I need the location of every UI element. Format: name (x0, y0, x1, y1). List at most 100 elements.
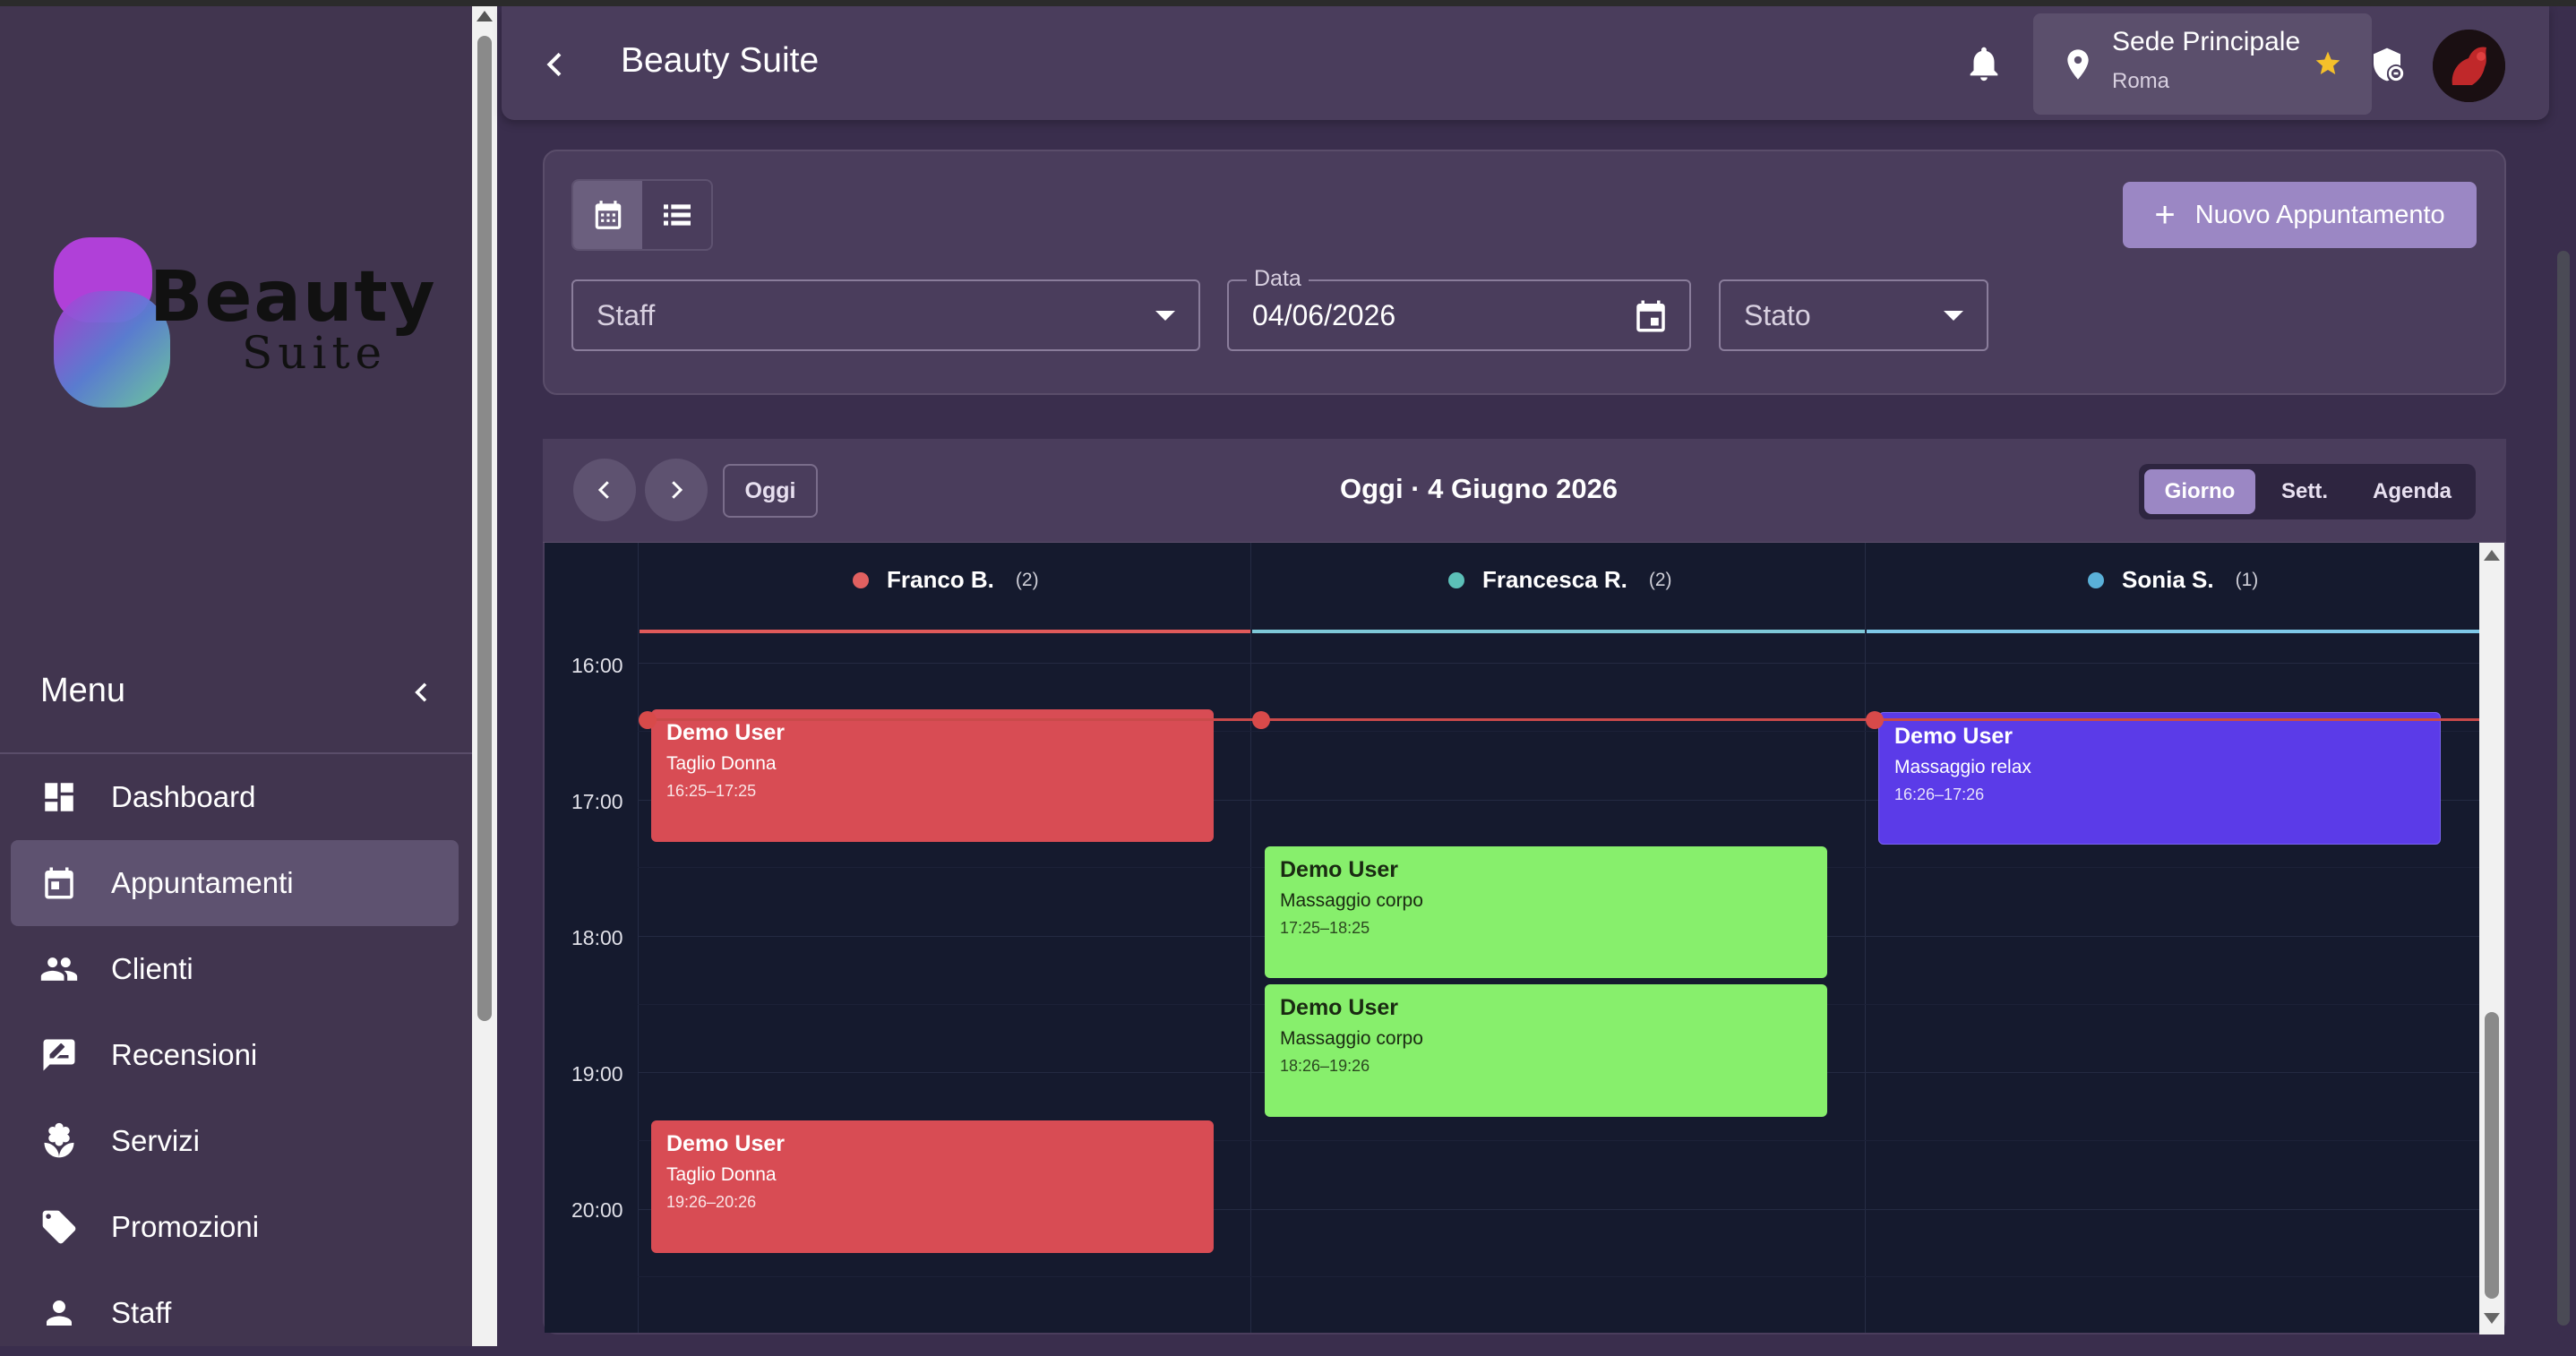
scroll-up-arrow[interactable] (2484, 550, 2500, 561)
sidebar-item-dashboard[interactable]: Dashboard (11, 754, 459, 840)
new-appointment-button[interactable]: + Nuovo Appuntamento (2123, 182, 2477, 248)
review-icon (39, 1035, 79, 1075)
appointment-client: Demo User (1280, 995, 1398, 1020)
current-time-dot (1252, 711, 1270, 729)
previous-day-button[interactable] (573, 459, 636, 521)
date-value: 04/06/2026 (1252, 299, 1396, 331)
sidebar-item-staff[interactable]: Staff (11, 1270, 459, 1356)
appointment-service: Taglio Donna (666, 753, 777, 774)
sidebar-item-label: Clienti (111, 952, 193, 985)
status-select[interactable]: Stato (1719, 279, 1988, 351)
shield-icon (2374, 47, 2404, 82)
appointment-client: Demo User (1894, 724, 2013, 749)
chevron-left-icon (415, 682, 427, 702)
calendar-picker-icon[interactable] (1632, 296, 1670, 336)
appointment-card[interactable]: Demo User Taglio Donna 19:26–20:26 (651, 1120, 1214, 1253)
appointment-card[interactable]: Demo User Massaggio relax 16:26–17:26 (1878, 712, 2441, 845)
page-title: Beauty Suite (621, 41, 820, 80)
calendar-view-switch: Giorno Sett. Agenda (2139, 464, 2476, 519)
sidebar-item-appuntamenti[interactable]: Appuntamenti (11, 840, 459, 926)
current-time-line (640, 718, 2479, 721)
calendar-view-button[interactable] (573, 181, 642, 249)
dashboard-icon (39, 777, 79, 817)
sidebar-scroll-thumb[interactable] (477, 36, 492, 1021)
appointment-time: 16:26–17:26 (1894, 785, 1985, 803)
sidebar-item-servizi[interactable]: Servizi (11, 1098, 459, 1184)
appointment-client: Demo User (666, 1131, 785, 1156)
dropdown-caret-icon (1944, 311, 1963, 321)
tab-week-view[interactable]: Sett. (2264, 469, 2345, 514)
window-top-border (0, 0, 2576, 6)
admin-shield-button[interactable] (2369, 47, 2405, 82)
hour-label: 16:00 (571, 654, 623, 677)
notifications-button[interactable] (1963, 43, 2005, 84)
menu-title: Menu (40, 672, 126, 709)
main-scrollbar-thumb[interactable] (2557, 251, 2570, 1326)
sidebar-item-label: Staff (111, 1296, 172, 1329)
staff-column-header[interactable]: Sonia S. (1) (2088, 566, 2258, 594)
tab-day-view[interactable]: Giorno (2144, 469, 2255, 514)
hour-gridline (638, 663, 2479, 664)
staff-name: Franco B. (887, 566, 994, 593)
staff-column-header[interactable]: Francesca R. (2) (1448, 566, 1672, 594)
chevron-left-icon (546, 52, 562, 77)
collapse-menu-button[interactable] (408, 678, 436, 707)
appointment-time: 18:26–19:26 (1280, 1057, 1370, 1075)
plus-icon: + (2154, 195, 2176, 235)
appointment-card[interactable]: Demo User Massaggio corpo 17:25–18:25 (1265, 846, 1827, 978)
hour-label: 19:00 (571, 1062, 623, 1086)
next-day-button[interactable] (645, 459, 708, 521)
calendar-scroll-thumb[interactable] (2485, 1012, 2499, 1299)
hour-label: 20:00 (571, 1198, 623, 1222)
spa-icon (39, 1121, 79, 1161)
sidebar-scroll-up-arrow[interactable] (477, 11, 493, 21)
brand-logo: Beauty Suite (49, 228, 435, 416)
staff-color-dot (1448, 571, 1464, 588)
user-avatar[interactable] (2433, 30, 2505, 102)
staff-appointment-count: (2) (1648, 569, 1672, 590)
sidebar-nav: Dashboard Appuntamenti Clienti Recension… (11, 754, 459, 1356)
hour-label: 17:00 (571, 790, 623, 813)
person-icon (39, 1293, 79, 1333)
star-icon (2314, 49, 2342, 78)
people-icon (39, 949, 79, 989)
sidebar-item-clienti[interactable]: Clienti (11, 926, 459, 1012)
chevron-right-icon (672, 481, 683, 499)
sidebar-item-recensioni[interactable]: Recensioni (11, 1012, 459, 1098)
staff-select[interactable]: Staff (571, 279, 1200, 351)
location-pin-icon (2060, 45, 2096, 84)
view-mode-toggle (571, 179, 713, 251)
staff-column-header[interactable]: Franco B. (2) (853, 566, 1039, 594)
column-divider (1250, 543, 1251, 1333)
tab-agenda-view[interactable]: Agenda (2354, 469, 2470, 514)
scroll-down-arrow[interactable] (2484, 1313, 2500, 1324)
staff-appointment-count: (1) (2235, 569, 2259, 590)
staff-color-dot (853, 571, 869, 588)
current-time-dot (1866, 711, 1884, 729)
chevron-left-icon (597, 481, 609, 499)
tag-icon (39, 1207, 79, 1247)
time-column-divider (638, 543, 639, 1333)
sidebar-item-promozioni[interactable]: Promozioni (11, 1184, 459, 1270)
back-button[interactable] (537, 45, 573, 84)
appointment-card[interactable]: Demo User Massaggio corpo 18:26–19:26 (1265, 984, 1827, 1117)
list-view-button[interactable] (642, 181, 711, 249)
calendar-date-title: Oggi · 4 Giugno 2026 (1340, 473, 1619, 504)
appointment-time: 17:25–18:25 (1280, 919, 1370, 937)
location-city: Roma (2112, 69, 2170, 93)
today-button[interactable]: Oggi (723, 464, 818, 518)
appointment-service: Massaggio corpo (1280, 890, 1423, 911)
appointment-time: 16:25–17:25 (666, 782, 757, 800)
date-field-label: Data (1247, 266, 1309, 292)
appointment-service: Massaggio relax (1894, 757, 2031, 777)
staff-column-border-franco (640, 630, 1250, 633)
status-select-placeholder: Stato (1744, 299, 1811, 331)
appointment-card[interactable]: Demo User Taglio Donna 16:25–17:25 (651, 709, 1214, 842)
staff-name: Sonia S. (2122, 566, 2214, 593)
new-appointment-label: Nuovo Appuntamento (2194, 200, 2445, 229)
column-divider (1865, 543, 1866, 1333)
appointment-client: Demo User (1280, 857, 1398, 882)
sidebar-item-label: Servizi (111, 1124, 201, 1157)
location-name: Sede Principale (2112, 27, 2301, 56)
staff-select-placeholder: Staff (597, 299, 656, 331)
